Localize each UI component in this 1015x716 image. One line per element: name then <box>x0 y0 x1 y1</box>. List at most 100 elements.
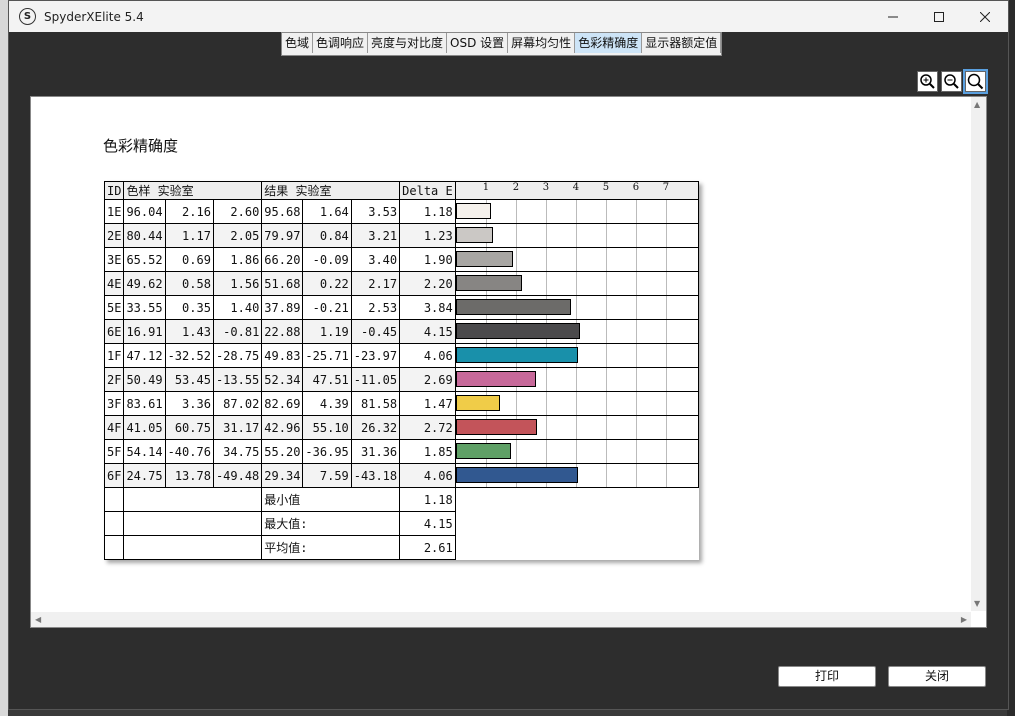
grid-line <box>665 248 667 271</box>
delta-e-value: 1.90 <box>399 247 456 272</box>
grid-line <box>635 368 637 391</box>
grid-line <box>665 368 667 391</box>
grid-line <box>575 272 577 295</box>
grid-line <box>575 224 577 247</box>
close-button[interactable]: 关闭 <box>888 666 986 687</box>
sample-lab-value: 87.02 <box>212 391 263 416</box>
delta-bar-cell <box>454 319 699 344</box>
delta-e-value: 1.85 <box>399 439 456 464</box>
axis-tick-label: 4 <box>572 182 580 193</box>
summary-label: 平均值: <box>261 535 401 560</box>
grid-line <box>605 248 607 271</box>
grid-line <box>635 440 637 463</box>
grid-line <box>545 224 547 247</box>
delta-bar <box>455 251 513 267</box>
result-lab-value: 3.53 <box>350 199 401 224</box>
grid-line <box>665 200 667 223</box>
sample-lab-value: -40.76 <box>164 439 214 464</box>
grid-line <box>545 272 547 295</box>
grid-line <box>605 392 607 415</box>
grid-line <box>635 296 637 319</box>
sample-lab-value: 0.35 <box>164 295 214 320</box>
summary-row: 平均值: 2.61 <box>103 535 699 560</box>
horizontal-scrollbar[interactable]: ◀ ▶ <box>31 612 971 627</box>
grid-line <box>575 200 577 223</box>
tab-0[interactable]: 色域 <box>282 33 314 53</box>
grid-line <box>605 440 607 463</box>
result-lab-value: 66.20 <box>261 247 304 272</box>
delta-bar-cell <box>454 463 699 488</box>
sample-lab-value: 2.05 <box>212 223 263 248</box>
grid-line <box>545 200 547 223</box>
grid-line <box>605 200 607 223</box>
table-row: 4E 49.62 0.58 1.56 51.68 0.22 2.17 2.20 <box>103 271 699 296</box>
tab-4[interactable]: 屏幕均匀性 <box>508 33 576 53</box>
sample-lab-value: 41.05 <box>123 415 166 440</box>
sample-lab-value: 1.40 <box>212 295 263 320</box>
maximize-button[interactable] <box>916 1 962 32</box>
patch-id: 4F <box>103 415 125 440</box>
tab-2[interactable]: 亮度与对比度 <box>368 33 448 53</box>
result-lab-value: 82.69 <box>261 391 304 416</box>
zoom-out-icon <box>944 74 959 89</box>
zoom-fit-button[interactable] <box>963 69 988 94</box>
scroll-left-icon[interactable]: ◀ <box>35 615 41 624</box>
zoom-in-icon <box>920 74 935 89</box>
result-lab-value: -25.71 <box>302 343 352 368</box>
delta-bar-cell <box>454 271 699 296</box>
empty-cell <box>103 511 125 536</box>
delta-bar <box>455 299 571 315</box>
minimize-button[interactable] <box>870 1 916 32</box>
summary-value: 1.18 <box>399 487 456 512</box>
grid-line <box>635 320 637 343</box>
scroll-right-icon[interactable]: ▶ <box>961 615 967 624</box>
grid-line <box>665 224 667 247</box>
delta-e-value: 1.23 <box>399 223 456 248</box>
summary-value: 2.61 <box>399 535 456 560</box>
sample-lab-value: -0.81 <box>212 319 263 344</box>
empty-cell <box>454 535 699 560</box>
delta-bar-cell <box>454 367 699 392</box>
sample-lab-value: 0.58 <box>164 271 214 296</box>
vertical-scrollbar[interactable]: ▲ ▼ <box>971 97 986 611</box>
result-lab-value: 0.84 <box>302 223 352 248</box>
summary-label: 最小值 <box>261 487 401 512</box>
grid-line <box>515 248 517 271</box>
patch-id: 6F <box>103 463 125 488</box>
grid-line <box>635 344 637 367</box>
tab-1[interactable]: 色调响应 <box>313 33 369 53</box>
delta-bar <box>455 323 581 339</box>
zoom-in-button[interactable] <box>917 71 938 92</box>
sample-lab-value: 49.62 <box>123 271 166 296</box>
tab-3[interactable]: OSD 设置 <box>447 33 509 53</box>
delta-bar <box>455 371 537 387</box>
table-row: 1F 47.12 -32.52 -28.75 49.83 -25.71 -23.97 4.06 <box>103 343 699 368</box>
result-lab-value: 22.88 <box>261 319 304 344</box>
axis-tick-label: 2 <box>512 182 520 193</box>
grid-line <box>605 320 607 343</box>
delta-bar-cell <box>454 295 699 320</box>
tab-6[interactable]: 显示器额定值 <box>642 33 722 53</box>
close-window-button[interactable] <box>962 1 1008 32</box>
scroll-up-icon[interactable]: ▲ <box>974 100 980 109</box>
scroll-down-icon[interactable]: ▼ <box>974 599 980 608</box>
chart-axis: 1 2 3 4 5 6 7 <box>454 181 699 200</box>
sample-lab-value: -32.52 <box>164 343 214 368</box>
sample-lab-value: -13.55 <box>212 367 263 392</box>
print-button[interactable]: 打印 <box>778 666 876 687</box>
empty-cell <box>123 535 263 560</box>
zoom-out-button[interactable] <box>941 71 962 92</box>
grid-line <box>545 248 547 271</box>
result-lab-value: -36.95 <box>302 439 352 464</box>
tab-5[interactable]: 色彩精确度 <box>575 33 643 53</box>
grid-line <box>575 248 577 271</box>
sample-lab-value: 54.14 <box>123 439 166 464</box>
result-lab-value: 51.68 <box>261 271 304 296</box>
result-lab-value: 1.19 <box>302 319 352 344</box>
sample-lab-value: 34.75 <box>212 439 263 464</box>
sample-lab-value: 60.75 <box>164 415 214 440</box>
grid-line <box>635 200 637 223</box>
grid-line <box>575 296 577 319</box>
grid-line <box>605 368 607 391</box>
grid-line <box>605 296 607 319</box>
